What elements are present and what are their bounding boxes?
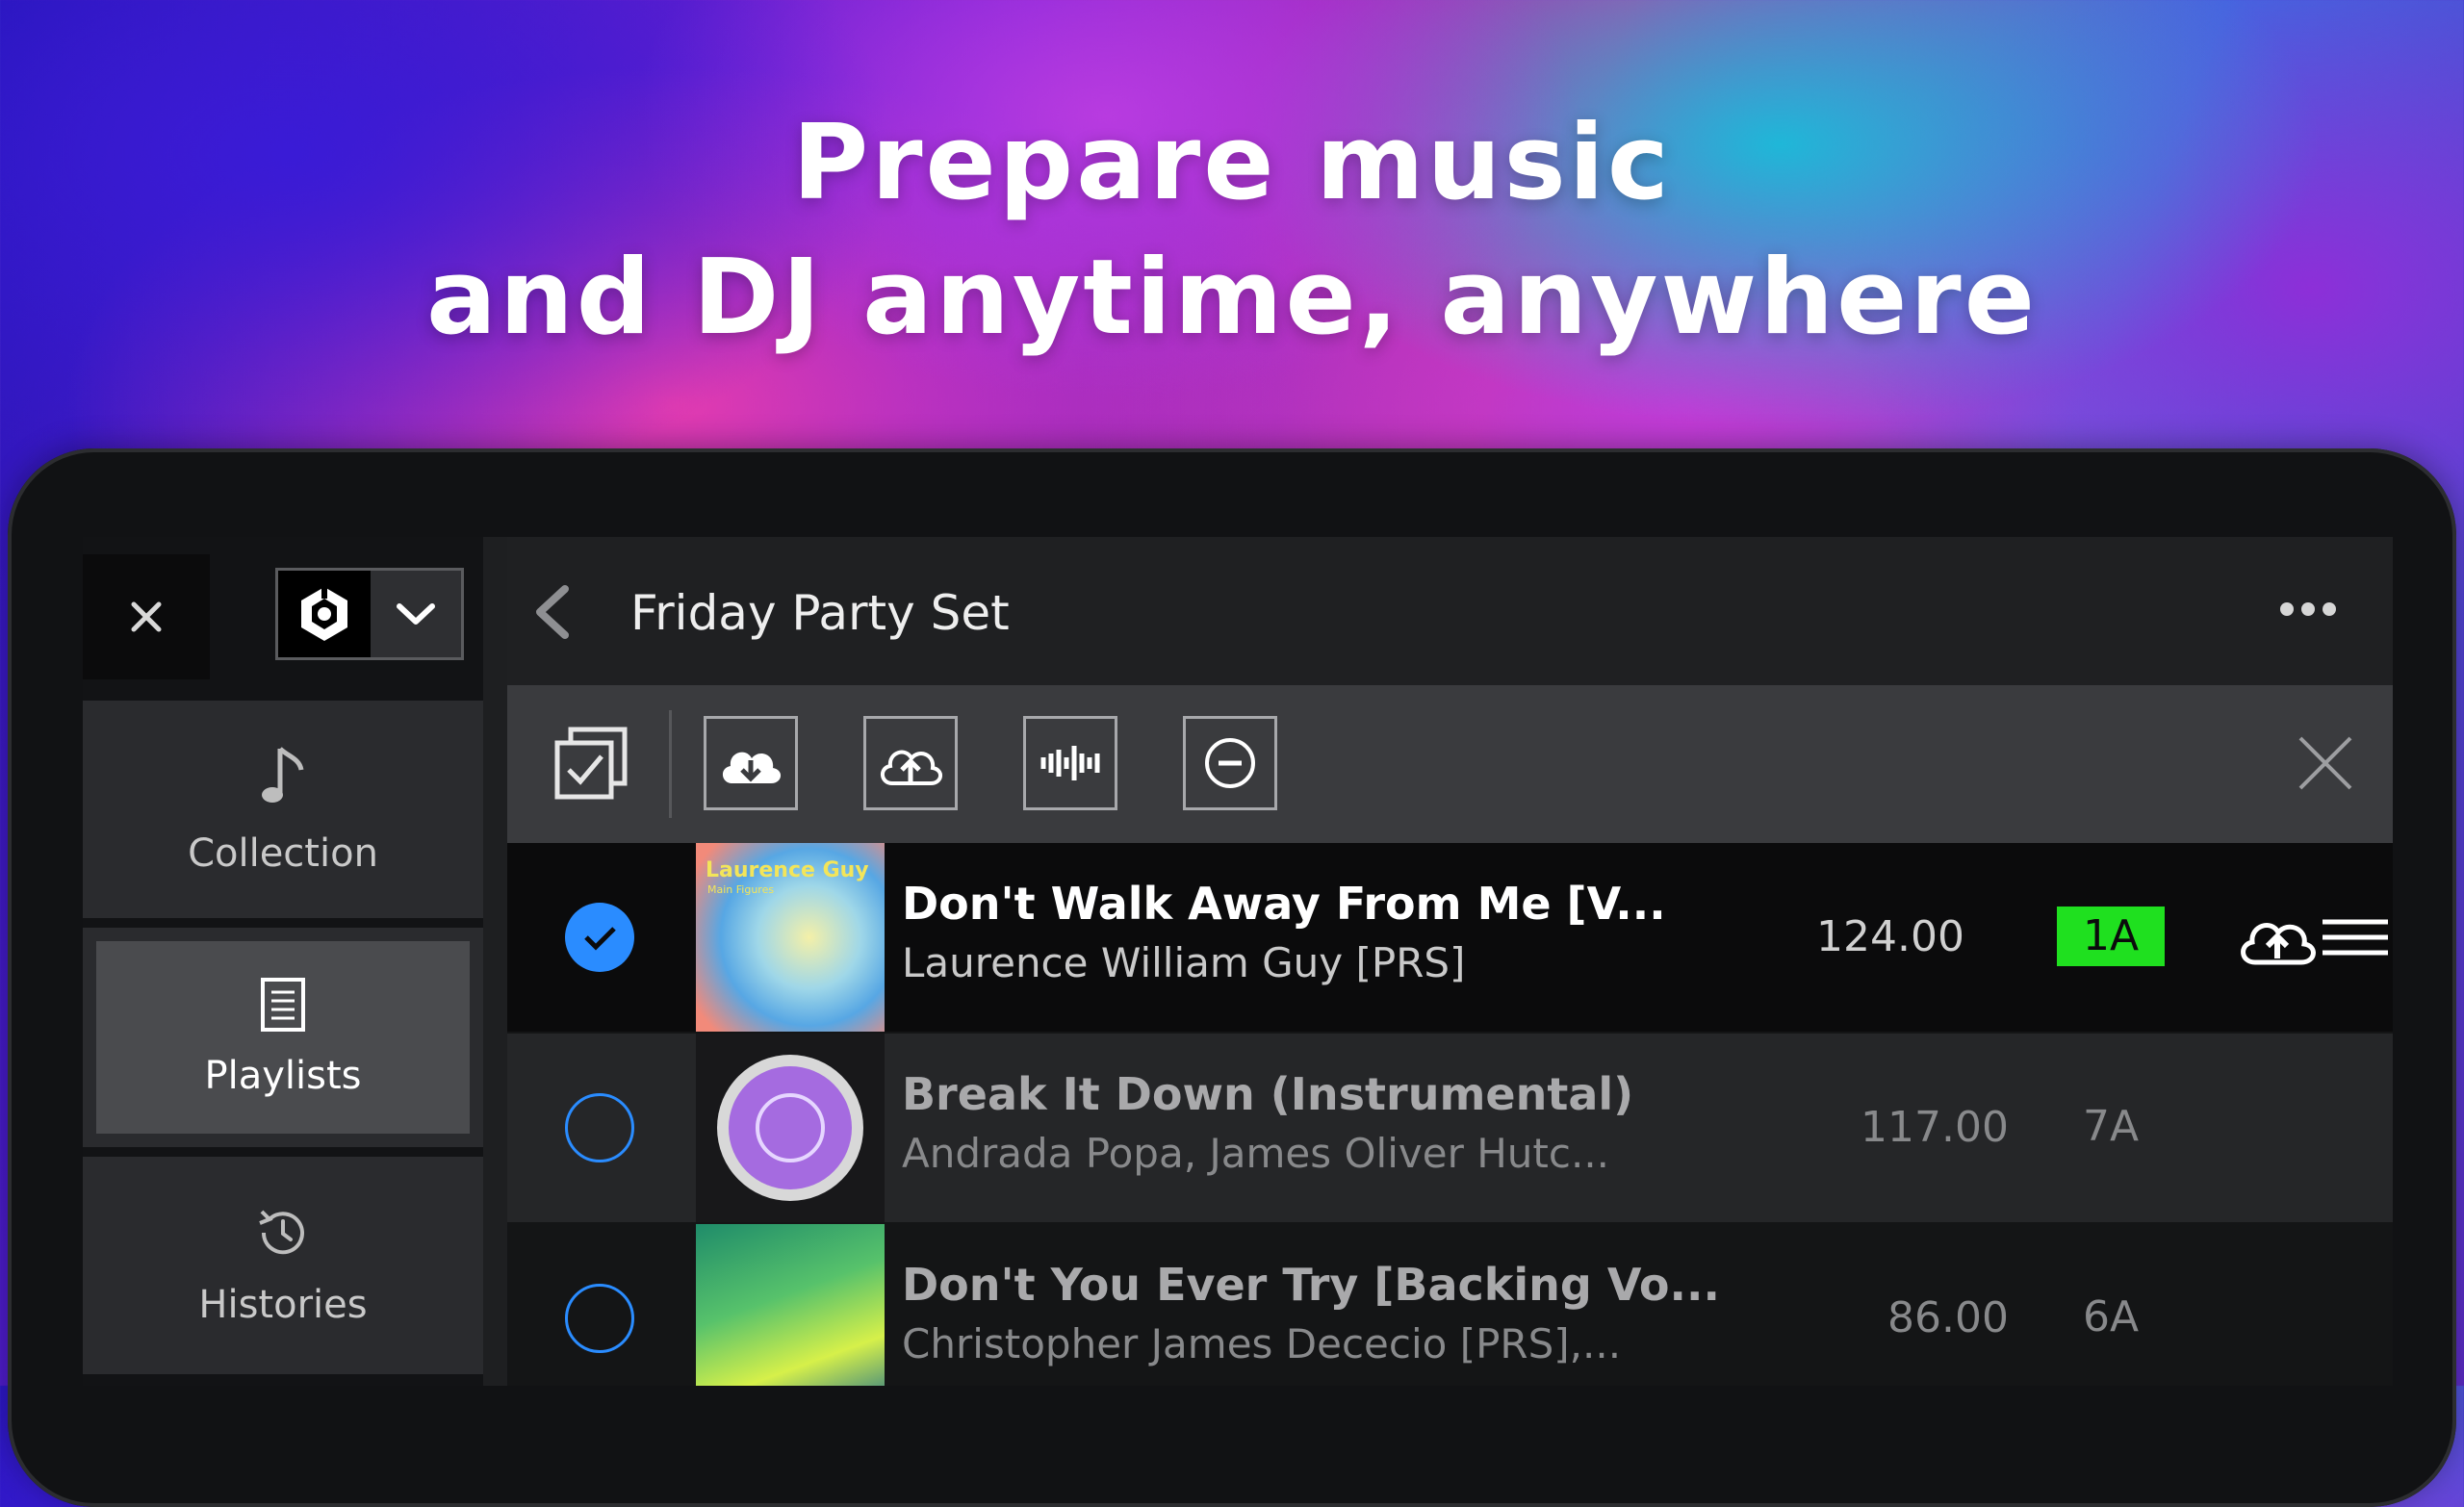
checkmark-icon: [584, 927, 616, 951]
sidebar-item-label: Playlists: [204, 1054, 362, 1098]
sidebar: Collection Playlists Histories: [83, 537, 483, 1386]
sidebar-item-collection[interactable]: Collection: [83, 701, 483, 918]
album-art-text: Laurence Guy: [706, 858, 869, 882]
remove-icon: [1205, 738, 1255, 788]
select-all-button[interactable]: [544, 716, 638, 810]
headline: Prepare music and DJ anytime, anywhere: [0, 96, 2464, 366]
track-artist: Laurence William Guy [PRS]: [902, 939, 1466, 986]
page-title: Friday Party Set: [630, 585, 1010, 641]
close-selection-button[interactable]: [2278, 716, 2373, 810]
sidebar-item-label: Histories: [198, 1283, 368, 1327]
drag-handle-icon[interactable]: [2321, 918, 2390, 957]
cloud-download-icon: [722, 752, 782, 783]
track-artist: Christopher James Dececio [PRS],...: [902, 1320, 1622, 1367]
track-key-badge: 1A: [2057, 907, 2165, 966]
toolbar-divider: [669, 710, 672, 818]
sidebar-item-label: Collection: [188, 831, 378, 876]
waveform-icon: [1040, 746, 1100, 780]
download-button[interactable]: [704, 716, 798, 810]
track-title: Break It Down (Instrumental): [902, 1068, 1634, 1120]
device-source-dropdown[interactable]: [275, 568, 464, 660]
playlist-panel: Friday Party Set Laurence Guy Main Figur…: [507, 537, 2393, 1386]
headline-line-2: and DJ anytime, anywhere: [426, 238, 2038, 358]
sidebar-item-histories[interactable]: Histories: [83, 1157, 483, 1374]
cloud-upload-icon[interactable]: [2236, 910, 2319, 966]
more-horizontal-icon[interactable]: [2278, 600, 2338, 618]
title-bar: Friday Party Set: [507, 537, 2393, 685]
select-all-icon: [554, 727, 628, 800]
track-artist: Andrada Popa, James Oliver Hutc...: [902, 1130, 1610, 1177]
close-sidebar-button[interactable]: [83, 554, 210, 679]
headline-line-1: Prepare music: [792, 103, 1672, 223]
music-note-icon: [262, 747, 304, 803]
rekordbox-logo-icon: [278, 571, 371, 657]
upload-button[interactable]: [863, 716, 958, 810]
track-bpm: 124.00: [1816, 912, 1964, 961]
analyze-button[interactable]: [1023, 716, 1117, 810]
table-row[interactable]: Break It Down (Instrumental) Andrada Pop…: [507, 1034, 2393, 1222]
app-screen: Collection Playlists Histories Friday Pa…: [83, 537, 2393, 1386]
track-bpm: 86.00: [1887, 1293, 2009, 1342]
table-row[interactable]: Don't You Ever Try [Backing Vo... Christ…: [507, 1224, 2393, 1386]
playlist-icon: [261, 978, 305, 1032]
selection-toolbar: [507, 685, 2393, 843]
row-checkbox[interactable]: [565, 1093, 634, 1162]
album-art: [696, 1034, 885, 1222]
track-bpm: 117.00: [1861, 1103, 2009, 1152]
track-title: Don't Walk Away From Me [V...: [902, 878, 1666, 930]
sidebar-item-playlists[interactable]: Playlists: [83, 928, 483, 1147]
chevron-left-icon[interactable]: [528, 583, 577, 641]
album-art: [696, 1224, 885, 1386]
track-title: Don't You Ever Try [Backing Vo...: [902, 1259, 1720, 1311]
row-checkbox[interactable]: [565, 1284, 634, 1353]
track-key: 7A: [2082, 1102, 2140, 1151]
album-art: Laurence Guy Main Figures: [696, 843, 885, 1032]
cloud-upload-icon: [881, 750, 942, 785]
table-row[interactable]: Laurence Guy Main Figures Don't Walk Awa…: [507, 843, 2393, 1032]
album-art-subtext: Main Figures: [707, 883, 775, 896]
close-icon: [131, 601, 162, 632]
row-checkbox[interactable]: [565, 903, 634, 972]
close-icon: [2298, 736, 2352, 790]
remove-button[interactable]: [1183, 716, 1277, 810]
chevron-down-icon: [371, 571, 461, 657]
track-key: 6A: [2082, 1292, 2140, 1341]
history-icon: [259, 1210, 304, 1255]
